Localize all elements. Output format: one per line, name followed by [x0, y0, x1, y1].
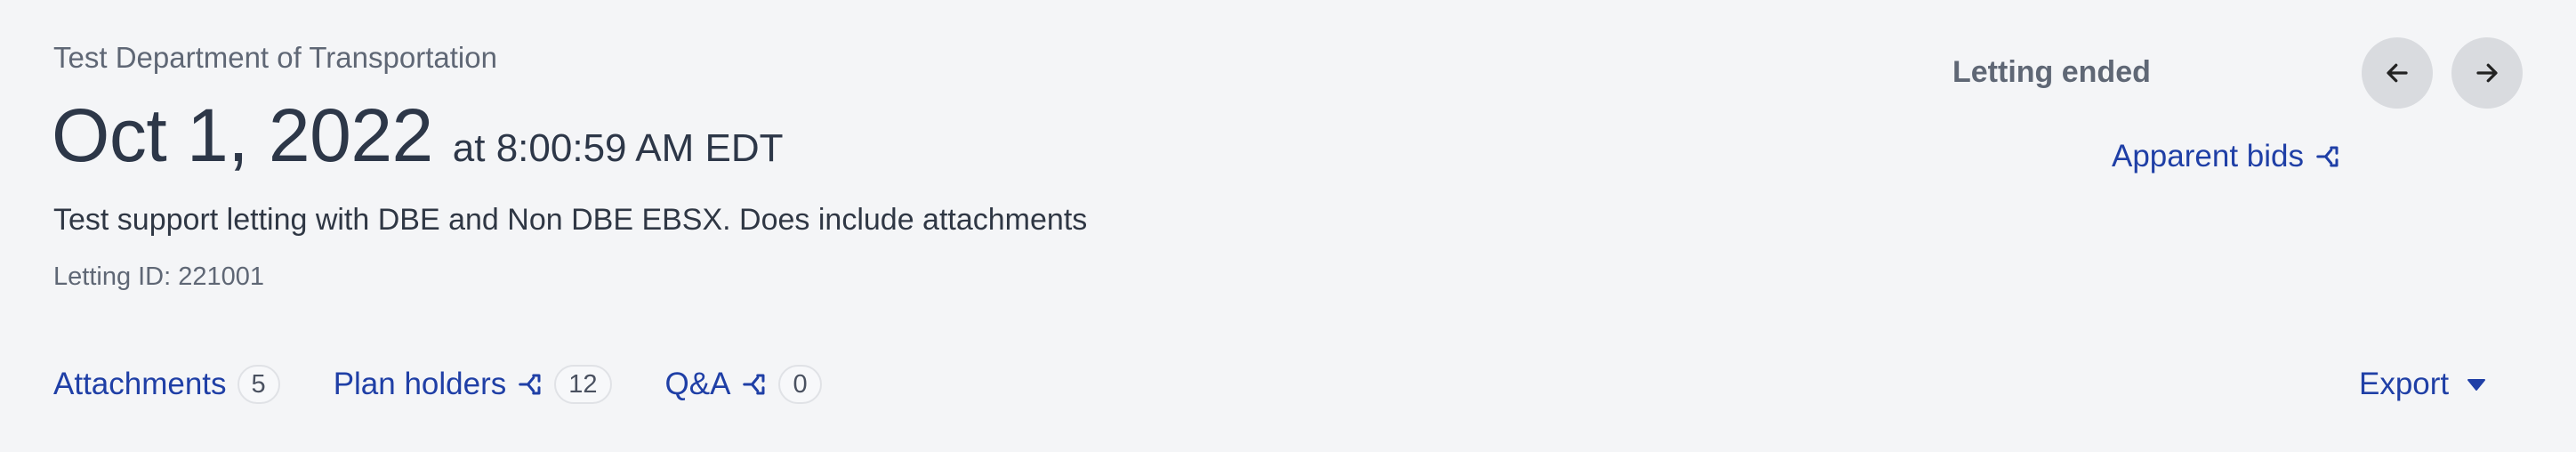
next-letting-button[interactable] — [2451, 37, 2523, 109]
tab-qa-label: Q&A — [664, 367, 731, 401]
tab-plan-holders[interactable]: Plan holders 12 — [334, 365, 612, 404]
department-name: Test Department of Transportation — [53, 41, 497, 74]
apparent-bids-link[interactable]: Apparent bids — [2112, 139, 2341, 174]
share-icon — [2314, 143, 2341, 170]
arrow-left-icon — [2387, 63, 2408, 83]
letting-tabs: Attachments 5 Plan holders 12 Q&A 0 — [53, 361, 875, 408]
apparent-bids-label: Apparent bids — [2112, 139, 2304, 174]
letting-id: Letting ID: 221001 — [53, 262, 265, 291]
qa-count-badge: 0 — [778, 365, 822, 404]
arrow-right-icon — [2476, 63, 2498, 83]
letting-date: Oct 1, 2022 — [52, 93, 433, 177]
letting-description: Test support letting with DBE and Non DB… — [53, 203, 1088, 237]
share-icon — [741, 371, 768, 398]
status-label: Letting ended — [1952, 55, 2151, 89]
export-label: Export — [2359, 367, 2450, 401]
plan-holders-count-badge: 12 — [554, 365, 612, 404]
caret-down-icon — [2467, 377, 2486, 391]
tab-attachments[interactable]: Attachments 5 — [53, 365, 280, 404]
tab-plan-holders-label: Plan holders — [333, 367, 507, 401]
letting-time: at 8:00:59 AM EDT — [452, 126, 784, 170]
letting-datetime: Oct 1, 2022 at 8:00:59 AM EDT — [52, 93, 784, 178]
tab-qa[interactable]: Q&A 0 — [665, 365, 822, 404]
attachments-count-badge: 5 — [237, 365, 280, 404]
export-dropdown-button[interactable]: Export — [2359, 361, 2486, 408]
previous-letting-button[interactable] — [2362, 37, 2433, 109]
share-icon — [517, 371, 543, 398]
tab-attachments-label: Attachments — [53, 367, 227, 401]
